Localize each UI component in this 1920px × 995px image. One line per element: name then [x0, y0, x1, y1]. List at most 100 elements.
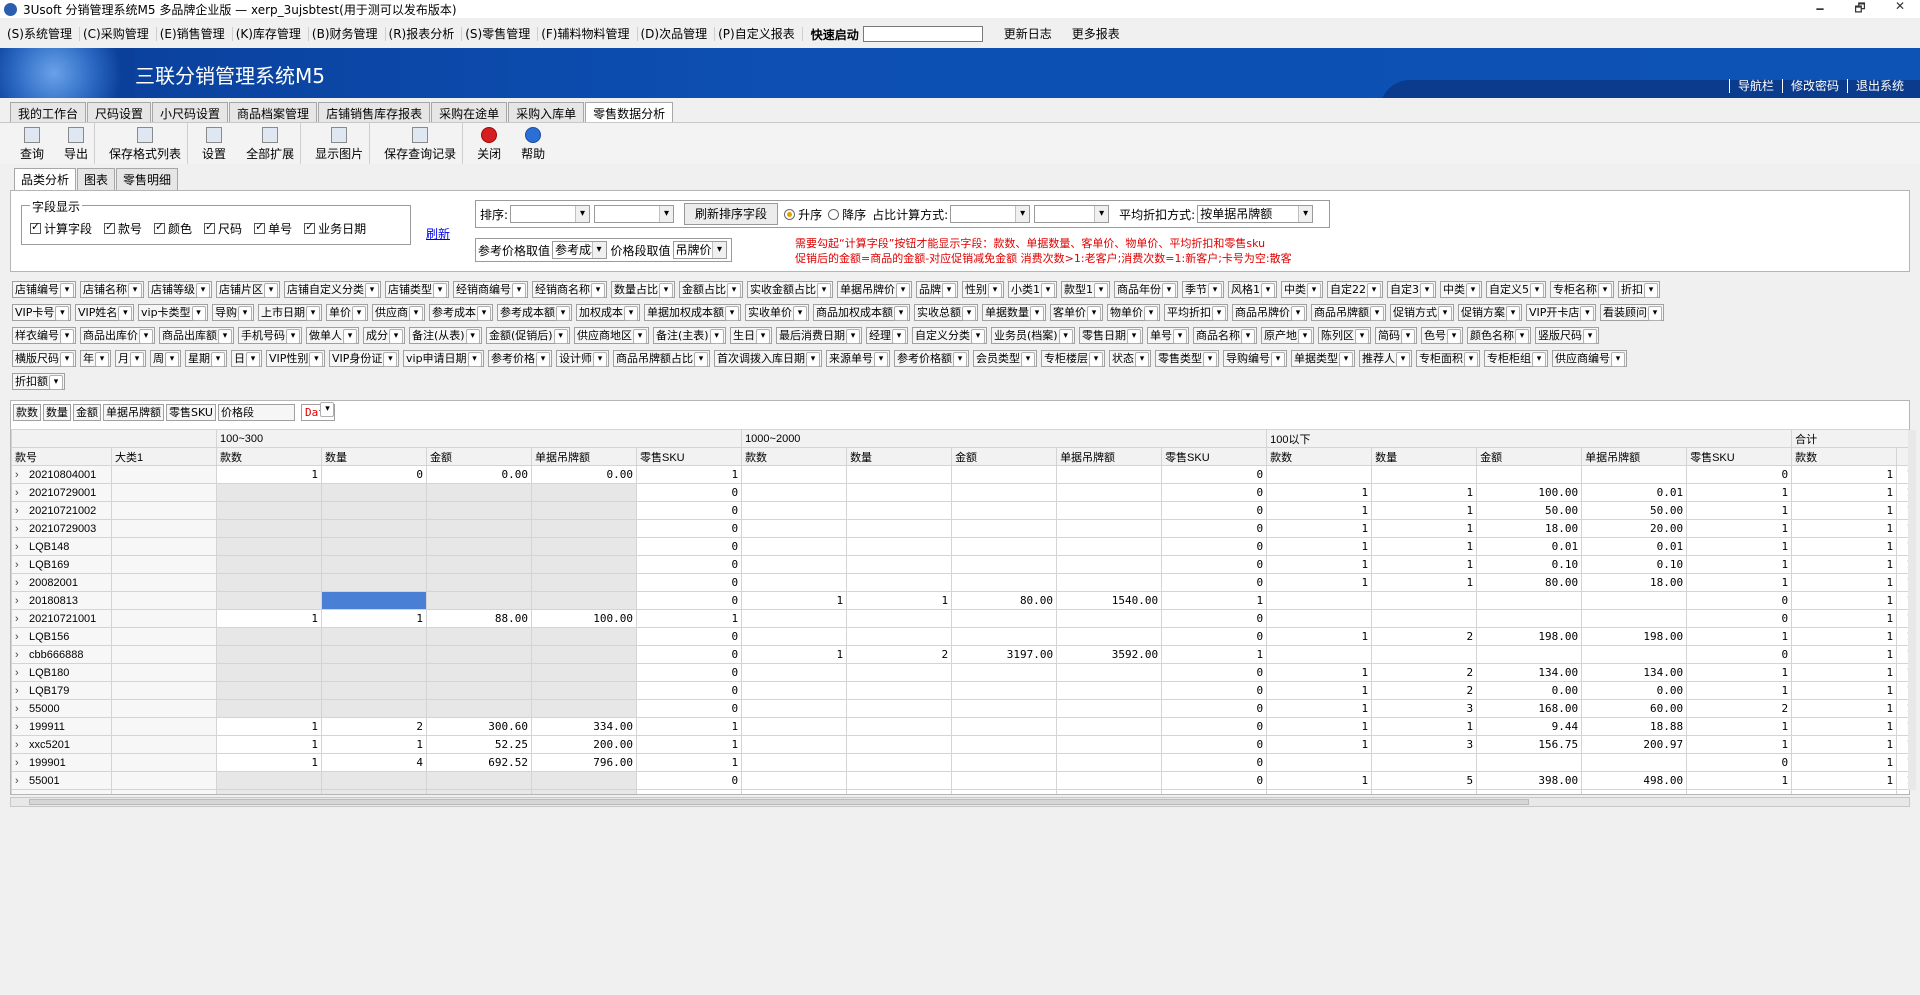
- table-row[interactable]: ›LQB17900120.000.00111: [11, 681, 1909, 700]
- total-cell[interactable]: 1: [1791, 753, 1898, 772]
- data-cell[interactable]: [531, 663, 637, 682]
- expand-icon[interactable]: ›: [15, 487, 25, 499]
- field-chip[interactable]: 最后消费日期: [776, 327, 862, 344]
- maximize-button[interactable]: 🗗: [1840, 0, 1880, 20]
- field-chip[interactable]: 商品吊牌额占比: [613, 350, 710, 367]
- data-cell[interactable]: [216, 519, 322, 538]
- data-cell[interactable]: [1581, 645, 1688, 664]
- data-cell[interactable]: [846, 789, 953, 794]
- data-cell[interactable]: [426, 681, 532, 700]
- row-id[interactable]: › 199901: [11, 753, 112, 772]
- field-chip[interactable]: 首次调拨入库日期: [714, 350, 822, 367]
- data-cell[interactable]: [216, 537, 322, 556]
- data-cell[interactable]: 1: [1266, 735, 1373, 754]
- data-cell[interactable]: [846, 501, 953, 520]
- tab-store-sales-stock[interactable]: 店铺销售库存报表: [318, 102, 431, 122]
- data-cell[interactable]: [321, 591, 427, 610]
- data-cell[interactable]: [1581, 609, 1688, 628]
- refresh-sort-button[interactable]: 刷新排序字段: [684, 203, 779, 225]
- ref-price-select[interactable]: 参考成本价: [552, 241, 607, 259]
- data-cell[interactable]: [741, 681, 848, 700]
- data-cell[interactable]: [426, 663, 532, 682]
- field-chip[interactable]: 商品年份: [1114, 281, 1178, 298]
- data-cell[interactable]: 20.00: [1581, 519, 1688, 538]
- horizontal-scrollbar[interactable]: [10, 797, 1910, 807]
- data-cell[interactable]: [1581, 591, 1688, 610]
- field-chip[interactable]: 折扣: [1618, 281, 1660, 298]
- field-chip[interactable]: 风格1: [1228, 281, 1277, 298]
- data-cell[interactable]: 334.00: [531, 717, 637, 736]
- subtab-chart[interactable]: 图表: [77, 168, 116, 190]
- data-cell[interactable]: [321, 681, 427, 700]
- menu-reports[interactable]: (R)报表分析: [386, 27, 463, 41]
- data-cell[interactable]: [216, 663, 322, 682]
- data-cell[interactable]: 1: [635, 465, 743, 484]
- field-chip[interactable]: 颜色名称: [1467, 327, 1531, 344]
- data-cell[interactable]: 0: [1161, 465, 1268, 484]
- table-row[interactable]: ›xxc52011152.25200.001013156.75200.97111: [11, 735, 1909, 754]
- data-cell[interactable]: 1: [216, 717, 322, 736]
- data-cell[interactable]: [846, 483, 953, 502]
- data-cell[interactable]: 1: [1371, 501, 1478, 520]
- data-cell[interactable]: [951, 609, 1058, 628]
- radio-desc[interactable]: 降序: [828, 206, 866, 223]
- checkbox-order-no[interactable]: 单号: [254, 220, 292, 237]
- data-cell[interactable]: [321, 483, 427, 502]
- data-cell[interactable]: [531, 519, 637, 538]
- data-cell[interactable]: 1: [1371, 537, 1478, 556]
- data-cell[interactable]: 3: [1371, 735, 1478, 754]
- data-cell[interactable]: [1371, 465, 1478, 484]
- data-cell[interactable]: 2: [321, 717, 427, 736]
- data-cell[interactable]: [846, 519, 953, 538]
- data-cell[interactable]: [1056, 627, 1163, 646]
- field-chip[interactable]: 状态: [1109, 350, 1151, 367]
- row-id[interactable]: › 20210729001: [11, 483, 112, 502]
- data-cell[interactable]: 0: [635, 771, 743, 790]
- field-chip[interactable]: 参考成本额: [497, 304, 572, 321]
- field-chip[interactable]: 加权成本: [576, 304, 640, 321]
- row-id[interactable]: › LQB156: [11, 627, 112, 646]
- data-cell[interactable]: 1: [635, 735, 743, 754]
- data-cell[interactable]: [1266, 591, 1373, 610]
- data-cell[interactable]: 80.00: [951, 591, 1058, 610]
- data-cell[interactable]: 1: [1266, 555, 1373, 574]
- data-cell[interactable]: 3: [1371, 699, 1478, 718]
- field-chip[interactable]: 星期: [185, 350, 227, 367]
- field-chip[interactable]: 物单价: [1107, 304, 1160, 321]
- data-cell[interactable]: [846, 699, 953, 718]
- data-cell[interactable]: [951, 501, 1058, 520]
- field-chip[interactable]: 经销商编号: [453, 281, 528, 298]
- data-cell[interactable]: [1476, 645, 1583, 664]
- field-chip[interactable]: 数量占比: [611, 281, 675, 298]
- data-cell[interactable]: [951, 483, 1058, 502]
- data-cell[interactable]: 398.00: [1476, 771, 1583, 790]
- data-cell[interactable]: [741, 735, 848, 754]
- data-cell[interactable]: [1476, 465, 1583, 484]
- field-chip[interactable]: 色号: [1421, 327, 1463, 344]
- data-cell[interactable]: [426, 483, 532, 502]
- total-cell[interactable]: 1: [1791, 735, 1898, 754]
- data-cell[interactable]: [531, 573, 637, 592]
- data-cell[interactable]: [846, 627, 953, 646]
- row-id[interactable]: › xxc5201: [11, 735, 112, 754]
- data-cell[interactable]: [1056, 573, 1163, 592]
- expand-icon[interactable]: ›: [15, 577, 25, 589]
- data-field-chip[interactable]: 款数: [13, 403, 41, 421]
- data-cell[interactable]: 0: [635, 501, 743, 520]
- data-cell[interactable]: [1581, 465, 1688, 484]
- data-cell[interactable]: [1056, 717, 1163, 736]
- data-cell[interactable]: 335.00: [1476, 789, 1583, 794]
- quick-start-input[interactable]: [862, 26, 983, 42]
- data-cell[interactable]: 0: [1161, 699, 1268, 718]
- data-cell[interactable]: [951, 717, 1058, 736]
- menu-custom-reports[interactable]: (P)自定义报表: [715, 27, 803, 41]
- field-chip[interactable]: 店铺编号: [12, 281, 76, 298]
- checkbox-calc-field[interactable]: 计算字段: [30, 220, 92, 237]
- data-cell[interactable]: [321, 555, 427, 574]
- field-chip[interactable]: 单据数量: [982, 304, 1046, 321]
- data-cell[interactable]: 4: [321, 753, 427, 772]
- field-chip[interactable]: 做单人: [306, 327, 359, 344]
- data-cell[interactable]: [216, 591, 322, 610]
- data-cell[interactable]: [1476, 753, 1583, 772]
- scroll-thumb[interactable]: [29, 799, 1529, 805]
